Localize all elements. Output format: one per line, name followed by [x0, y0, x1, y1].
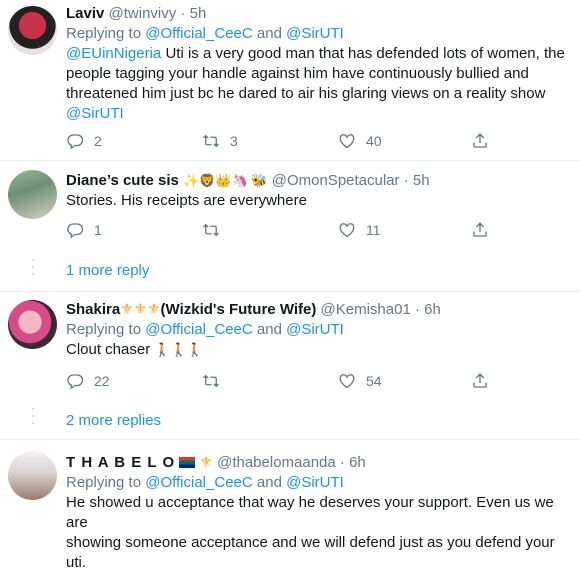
mention-link[interactable]: @SirUTI: [286, 25, 344, 42]
tweet-text: Stories. His receipts are everywhere: [66, 192, 307, 209]
share-button[interactable]: [471, 221, 499, 239]
show-more-replies-link[interactable]: 2 more replies: [66, 411, 161, 431]
mention-link[interactable]: @SirUTI: [286, 474, 344, 491]
mention-link[interactable]: @Official_CeeC: [145, 474, 253, 491]
avatar[interactable]: [8, 6, 57, 55]
reply-button[interactable]: 22: [66, 372, 110, 390]
show-more-replies-link[interactable]: 1 more reply: [66, 261, 149, 281]
emoji-decoration: ⚜: [199, 454, 213, 471]
mention-link[interactable]: @EUinNigeria: [66, 45, 161, 62]
retweet-icon: [202, 221, 220, 239]
reply-icon: [66, 221, 84, 239]
tweet-diane[interactable]: Diane’s cute sis ✨🦁👑🦄 🐝 @OmonSpetacular …: [0, 161, 580, 292]
tweet-thabelo[interactable]: T H A B E L O ⚜ @thabelomaanda · 6h Repl…: [0, 440, 580, 571]
replying-to: Replying to @Official_CeeC and @SirUTI: [66, 474, 344, 491]
reply-button[interactable]: 1: [66, 221, 102, 239]
flag-icon: [179, 457, 196, 468]
author-name[interactable]: T H A B E L O: [66, 454, 175, 471]
tweet-actions: 2 3 40: [66, 132, 574, 154]
heart-icon: [338, 372, 356, 390]
retweet-button[interactable]: [202, 221, 230, 239]
mention-link[interactable]: @Official_CeeC: [145, 321, 253, 338]
emoji-decoration: ✨🦁👑🦄 🐝: [183, 173, 268, 188]
tweet-text: @EUinNigeria Uti is a very good man that…: [66, 45, 565, 122]
avatar[interactable]: [8, 170, 57, 219]
share-icon: [471, 372, 489, 390]
author-handle[interactable]: @twinvivy: [109, 5, 177, 22]
tweet-text: He showed u acceptance that way he deser…: [66, 494, 555, 571]
reply-icon: [66, 372, 84, 390]
heart-icon: [338, 221, 356, 239]
author-name[interactable]: Shakira⚜⚜⚜(Wizkid's Future Wife): [66, 301, 316, 318]
thread-dots: [31, 408, 35, 429]
tweet-time[interactable]: · 5h: [180, 5, 206, 22]
retweet-icon: [202, 132, 220, 150]
reply-icon: [66, 132, 84, 150]
tweet-actions: 1 11: [66, 221, 574, 243]
replying-to: Replying to @Official_CeeC and @SirUTI: [66, 321, 344, 338]
emoji-decoration: ⚜⚜⚜: [120, 301, 161, 318]
replying-to: Replying to @Official_CeeC and @SirUTI: [66, 25, 344, 42]
reply-button[interactable]: 2: [66, 132, 102, 150]
retweet-icon: [202, 372, 220, 390]
author-name[interactable]: Diane’s cute sis: [66, 172, 179, 189]
share-icon: [471, 132, 489, 150]
tweet-time[interactable]: · 6h: [340, 454, 366, 471]
share-button[interactable]: [471, 132, 499, 150]
tweet-time[interactable]: · 5h: [404, 172, 430, 189]
like-button[interactable]: 40: [338, 132, 382, 150]
heart-icon: [338, 132, 356, 150]
retweet-button[interactable]: 3: [202, 132, 238, 150]
tweet-actions: 22 54: [66, 372, 574, 394]
mention-link[interactable]: @SirUTI: [286, 321, 344, 338]
author-handle[interactable]: @Kemisha01: [321, 301, 411, 318]
avatar[interactable]: [8, 300, 57, 349]
tweet-laviv[interactable]: Laviv @twinvivy · 5h Replying to @Offici…: [0, 0, 580, 161]
tweet-text: Clout chaser 🚶🚶🚶: [66, 341, 203, 358]
tweet-time[interactable]: · 6h: [415, 301, 441, 318]
like-button[interactable]: 11: [338, 221, 381, 239]
mention-link[interactable]: @Official_CeeC: [145, 25, 253, 42]
share-button[interactable]: [471, 372, 499, 390]
emoji-decoration: 🚶🚶🚶: [154, 342, 203, 357]
thread-dots: [31, 259, 35, 280]
author-name[interactable]: Laviv: [66, 5, 104, 22]
share-icon: [471, 221, 489, 239]
author-handle[interactable]: @thabelomaanda: [217, 454, 336, 471]
mention-link[interactable]: @SirUTI: [66, 105, 124, 122]
retweet-button[interactable]: [202, 372, 230, 390]
tweet-shakira[interactable]: Shakira⚜⚜⚜(Wizkid's Future Wife) @Kemish…: [0, 292, 580, 440]
avatar[interactable]: [8, 451, 57, 500]
author-handle[interactable]: @OmonSpetacular: [272, 172, 400, 189]
like-button[interactable]: 54: [338, 372, 382, 390]
